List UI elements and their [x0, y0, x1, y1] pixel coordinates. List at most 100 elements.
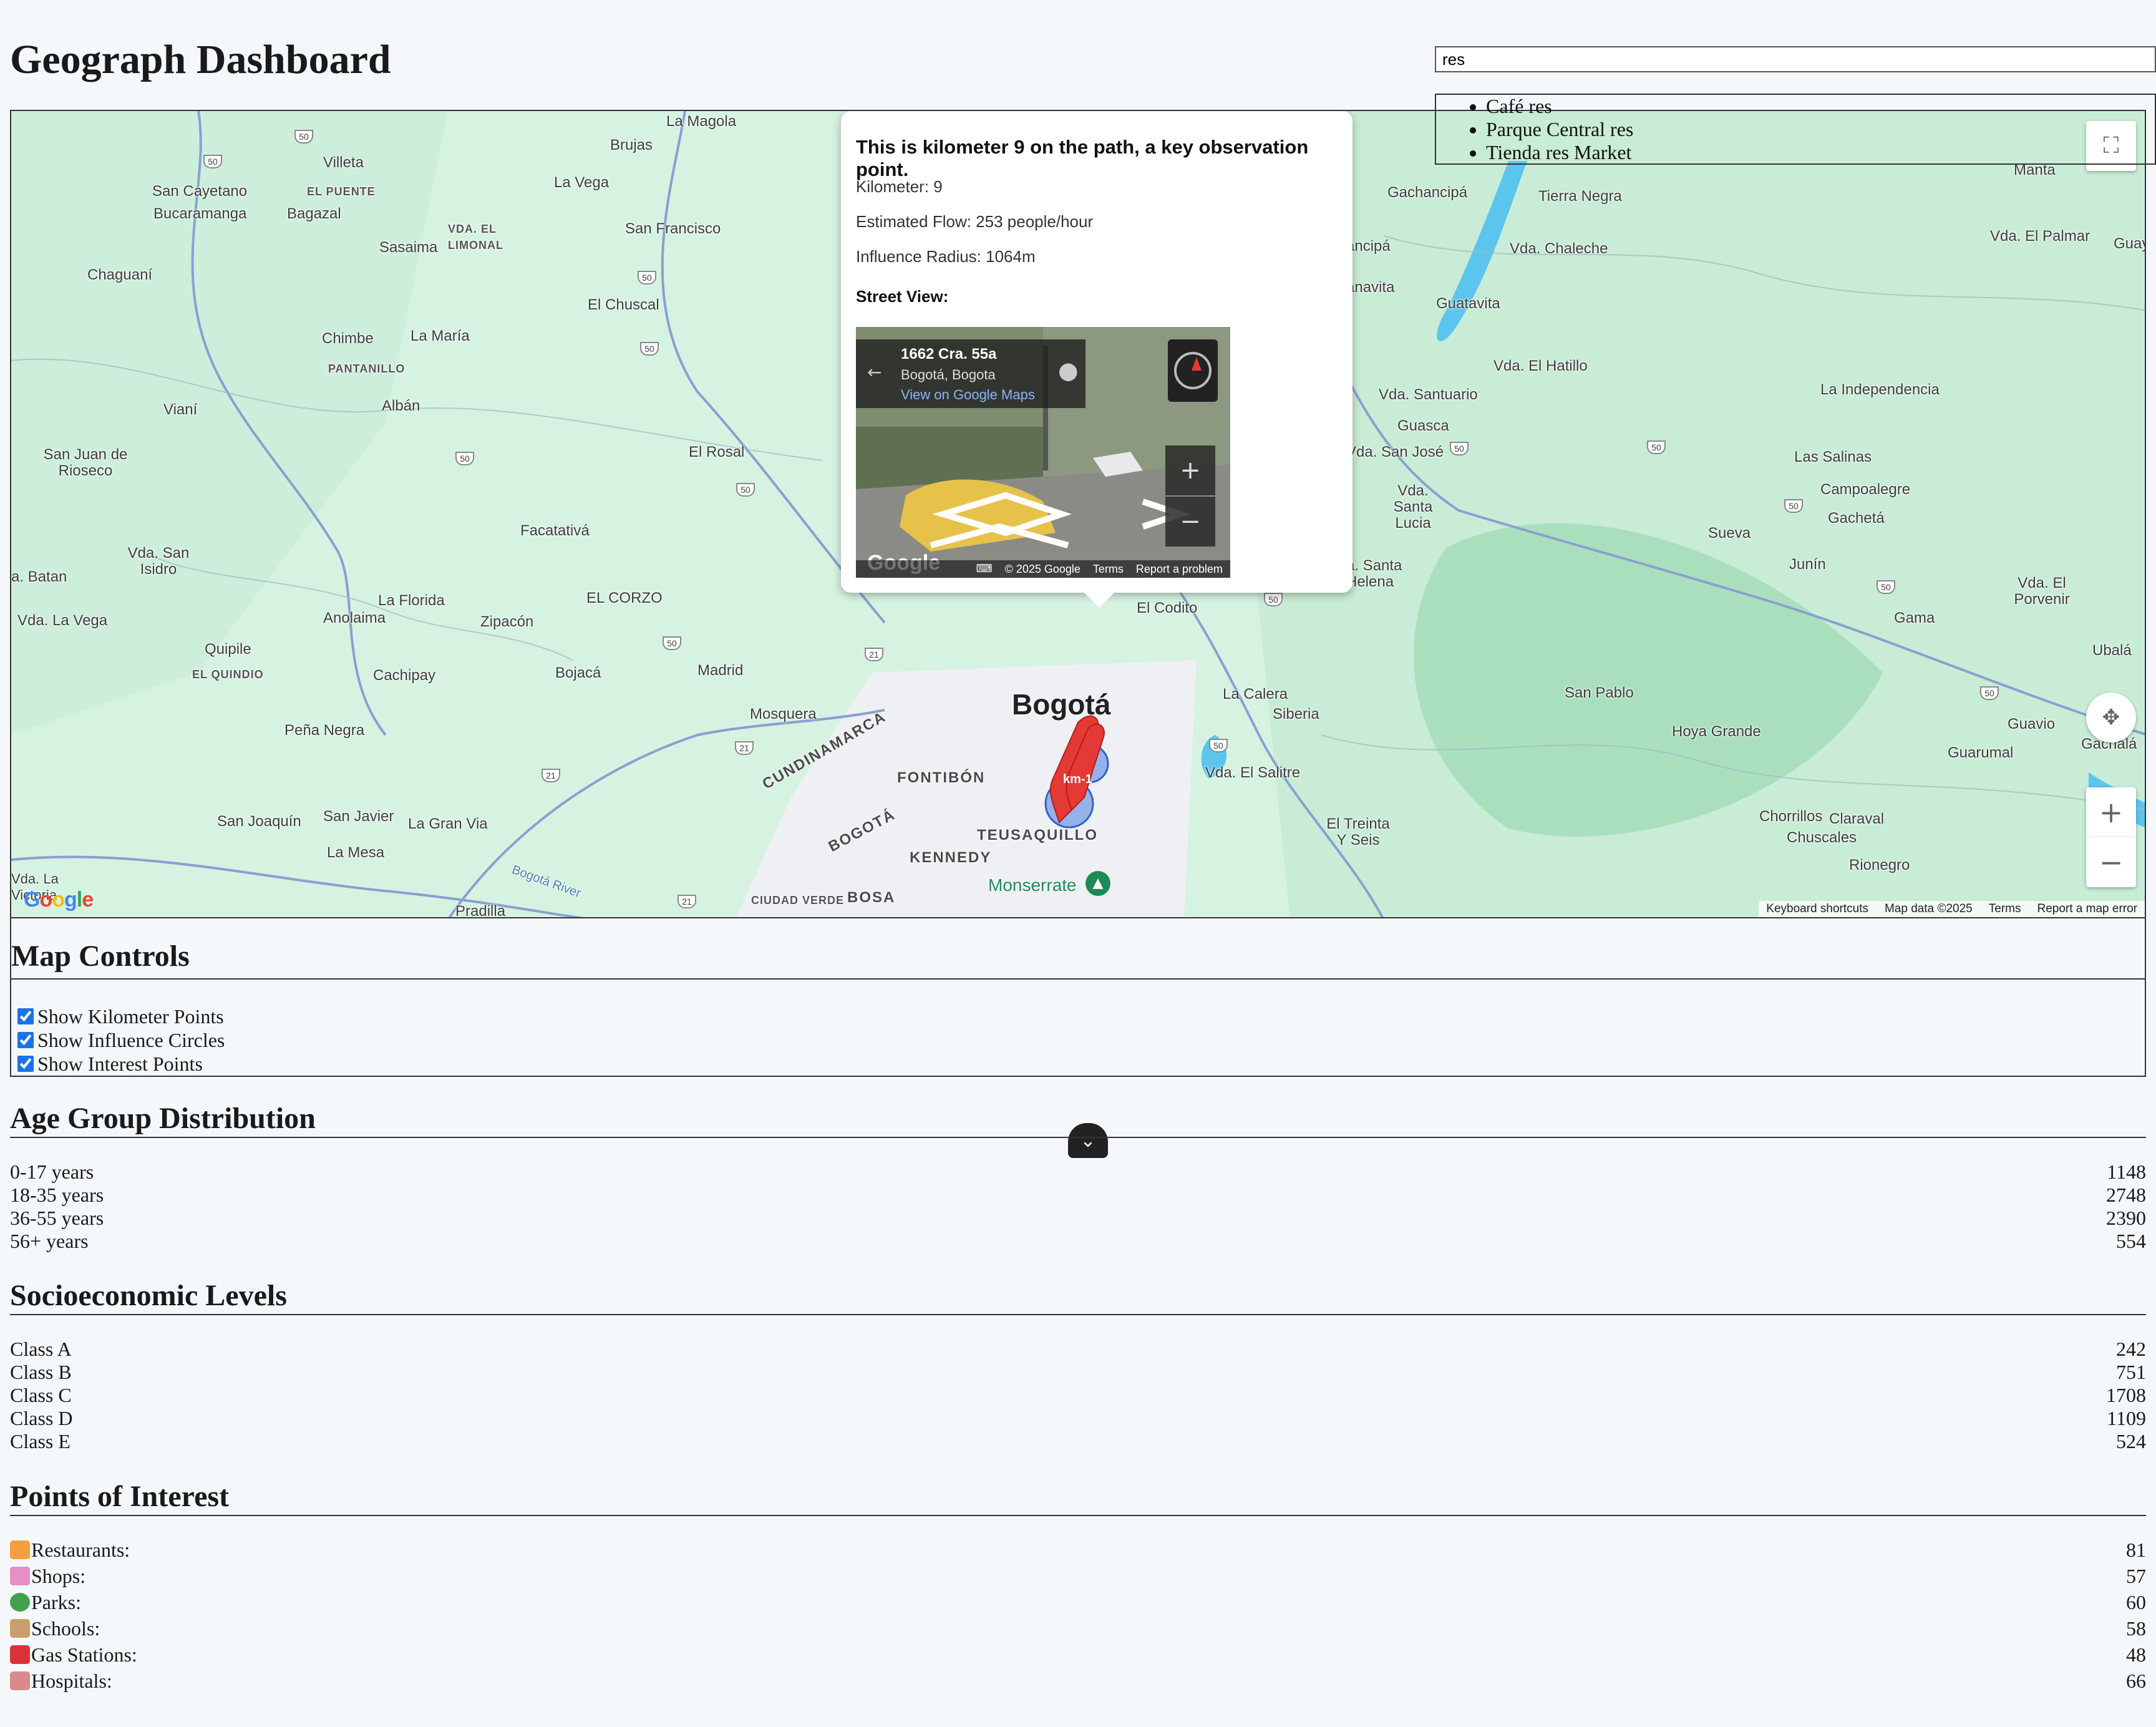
socio-value: 242 — [2116, 1338, 2146, 1360]
map-label: Monserrate — [988, 875, 1077, 895]
search-input[interactable] — [1435, 46, 2156, 72]
map-label: Chorrillos — [1759, 808, 1823, 825]
route-shield: 21 — [865, 648, 883, 661]
report-error-link[interactable]: Report a map error — [2037, 901, 2137, 917]
toggle-km-points[interactable]: Show Kilometer Points — [17, 1005, 224, 1028]
map-label: EL PUENTE — [307, 185, 376, 198]
map-label: La Magola — [666, 113, 737, 130]
map-label: Villeta — [323, 154, 364, 171]
map-label: BOSA — [847, 889, 896, 906]
poi-value: 81 — [2126, 1539, 2146, 1561]
map-label: Guayatá — [2114, 236, 2145, 252]
map-label: Bojacá — [555, 664, 601, 681]
map-label: Ubalá — [2092, 642, 2132, 659]
map-label: Guavio — [2008, 716, 2056, 732]
route-shield: 50 — [640, 342, 659, 356]
map-label: Sasaima — [379, 239, 438, 256]
map[interactable]: La Magola Brujas Villeta San Cayetano EL… — [10, 110, 2146, 918]
map-label: Hoya Grande — [1672, 723, 1761, 740]
hospital-icon — [10, 1671, 30, 1690]
keyboard-icon[interactable]: ⌨ — [976, 560, 993, 578]
park-pin-icon[interactable]: ▲ — [1085, 871, 1110, 896]
map-label: Gachetá — [1828, 510, 1885, 527]
sv-maps-link[interactable]: View on Google Maps — [901, 387, 1077, 403]
map-label: Vda. San Isidro — [127, 545, 190, 578]
map-label: Bagazal — [287, 205, 341, 222]
poi-value: 58 — [2126, 1617, 2146, 1640]
interest-points-checkbox[interactable] — [17, 1056, 34, 1072]
map-label: La Calera — [1223, 686, 1288, 703]
age-label: 56+ years — [10, 1230, 89, 1252]
street-view-panorama[interactable]: ← 1662 Cra. 55a Bogotá, Bogota View on G… — [856, 327, 1230, 578]
map-label: Vda. El Porvenir — [2014, 575, 2070, 608]
map-label: Gachancipá — [1387, 184, 1468, 201]
sv-city: Bogotá, Bogota — [901, 367, 996, 382]
compass-icon[interactable] — [1168, 339, 1218, 402]
map-label: San Pablo — [1565, 684, 1634, 701]
route-shield: 50 — [1450, 442, 1469, 455]
map-label: Vda. El Hatillo — [1493, 358, 1588, 374]
age-label: 18-35 years — [10, 1184, 104, 1206]
toggle-interest-points[interactable]: Show Interest Points — [17, 1052, 203, 1076]
zoom-out-button[interactable]: − — [2086, 837, 2136, 887]
sv-terms-link[interactable]: Terms — [1093, 560, 1124, 578]
poi-label: Restaurants: — [31, 1539, 130, 1561]
camera-control-icon[interactable]: ✥ — [2086, 693, 2136, 742]
toggle-influence-circles[interactable]: Show Influence Circles — [17, 1028, 225, 1052]
suggestion-item[interactable]: Parque Central res — [1486, 118, 2155, 141]
map-label: Cachipay — [373, 667, 436, 684]
street-view-label: Street View: — [856, 287, 949, 306]
map-label: San Joaquín — [217, 813, 301, 830]
route-shield: 50 — [663, 636, 681, 650]
socio-row: Class B 751 — [10, 1361, 2146, 1384]
map-label: Facatativá — [520, 522, 590, 539]
sv-zoom-out-button[interactable]: − — [1165, 497, 1215, 547]
map-footer: Keyboard shortcuts Map data ©2025 Terms … — [1759, 901, 2145, 917]
age-value: 554 — [2116, 1230, 2146, 1252]
route-shield: 50 — [736, 483, 755, 497]
route-shield: 50 — [203, 155, 222, 168]
km-points-label: Show Kilometer Points — [37, 1005, 224, 1028]
map-label: Claraval — [1829, 810, 1885, 827]
sv-zoom-in-button[interactable]: + — [1165, 445, 1215, 495]
street-view-address-card: ← 1662 Cra. 55a Bogotá, Bogota View on G… — [856, 339, 1085, 408]
map-label: Junín — [1789, 556, 1826, 573]
map-label: Vianí — [163, 401, 198, 418]
poi-label: Parks: — [31, 1591, 81, 1613]
shopping-bag-icon — [10, 1567, 30, 1585]
km-points-checkbox[interactable] — [17, 1008, 34, 1024]
zoom-in-button[interactable]: + — [2086, 787, 2136, 837]
map-label: anavita — [1346, 279, 1395, 296]
sv-address: 1662 Cra. 55a — [901, 346, 997, 362]
influence-circles-label: Show Influence Circles — [37, 1029, 225, 1051]
suggestion-item[interactable]: Café res — [1486, 95, 2155, 118]
map-label: Guarumal — [1948, 744, 2014, 761]
socio-value: 524 — [2116, 1430, 2146, 1452]
map-label: La Gran Via — [408, 815, 488, 832]
marker-info-window: This is kilometer 9 on the path, a key o… — [841, 111, 1352, 608]
map-label: Brujas — [610, 137, 653, 153]
influence-circles-checkbox[interactable] — [17, 1032, 34, 1048]
map-label: Las Salinas — [1794, 449, 1872, 465]
map-label: El Chuscal — [588, 296, 659, 313]
map-label: Gama — [1894, 610, 1935, 626]
location-pin-icon[interactable]: ⬤ — [1059, 361, 1078, 381]
socio-value: 751 — [2116, 1361, 2146, 1383]
back-arrow-icon[interactable]: ← — [867, 362, 881, 382]
map-label: Quipile — [205, 641, 251, 658]
socio-row: Class A 242 — [10, 1338, 2146, 1361]
map-label: Vda. Chaleche — [1510, 240, 1608, 257]
fuel-pump-icon — [10, 1645, 30, 1664]
keyboard-shortcuts-link[interactable]: Keyboard shortcuts — [1766, 901, 1868, 917]
route-shield: 50 — [1264, 593, 1283, 606]
poi-value: 57 — [2126, 1565, 2146, 1587]
sv-report-link[interactable]: Report a problem — [1136, 560, 1223, 578]
kilometer-markers[interactable]: km-1 — [1034, 710, 1122, 835]
poi-row: Parks: 60 — [10, 1591, 2146, 1614]
poi-label: Shops: — [31, 1565, 86, 1587]
marker-label: km-1 — [1063, 772, 1092, 786]
map-label: Albán — [382, 397, 420, 414]
socio-label: Class B — [10, 1361, 72, 1383]
terms-link[interactable]: Terms — [1989, 901, 2021, 917]
suggestion-item[interactable]: Tienda res Market — [1486, 141, 2155, 164]
